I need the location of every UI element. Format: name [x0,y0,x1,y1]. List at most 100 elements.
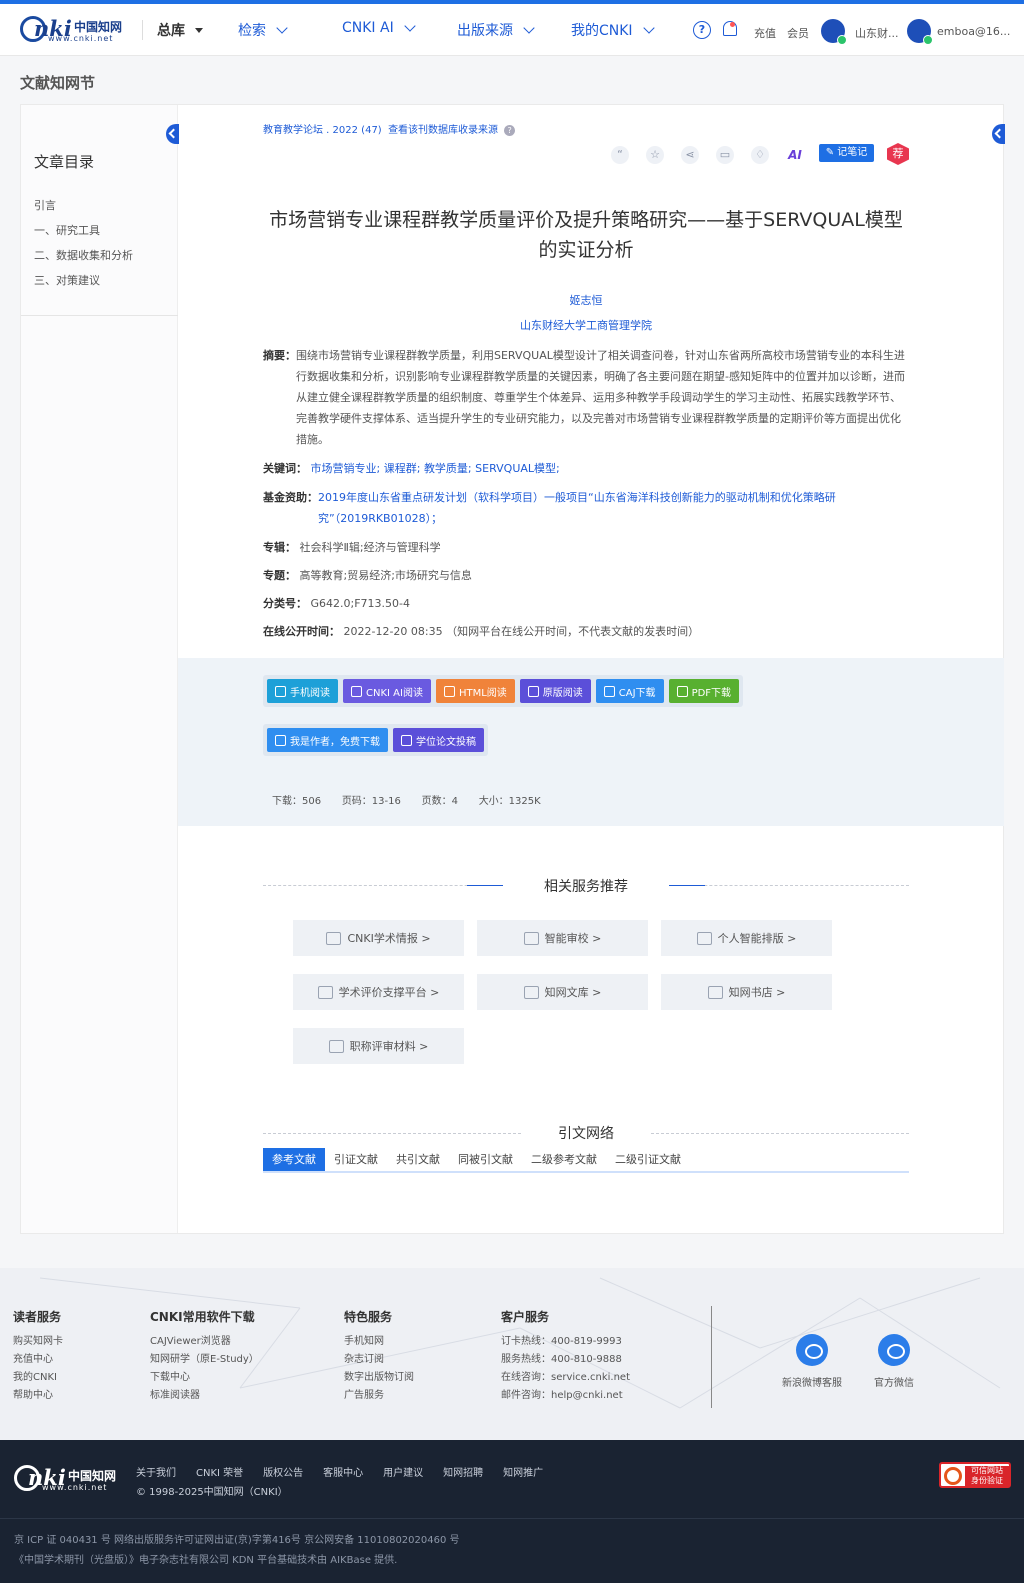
book-icon [527,685,539,697]
nav-zongku[interactable]: 总库 [157,20,203,40]
footer-link[interactable]: 知网研学（原E-Study） [150,1351,259,1369]
footer-link[interactable]: 数字出版物订阅 [344,1369,414,1387]
footer-link[interactable]: 下载中心 [150,1369,259,1387]
footer-link[interactable]: 手机知网 [344,1333,414,1351]
question-icon[interactable]: ? [504,124,516,136]
weibo-service[interactable]: 新浪微博客服 [772,1334,852,1389]
service-cnki-bookstore[interactable]: 知网书店 > [661,974,832,1010]
share-icon[interactable]: ⋖ [681,146,699,164]
keyword-link[interactable]: SERVQUAL模型; [475,462,560,475]
collapse-sidebar-button[interactable] [166,124,179,144]
service-cnki-intel[interactable]: CNKI学术情报 > [293,920,464,956]
nav-cnki-ai[interactable]: CNKI AI [342,20,416,36]
source-index-link[interactable]: 查看该刊数据库收录来源 [388,125,498,136]
nav-label: CNKI AI [342,20,394,36]
footer-link-feedback[interactable]: 用户建议 [383,1464,423,1479]
trusted-site-badge[interactable]: 可信网站 身份验证 [939,1462,1011,1488]
footer-link[interactable]: 广告服务 [344,1387,414,1405]
keyword-link[interactable]: 课程群; [384,462,421,475]
organization-link[interactable]: 山东财经大学工商管理学院 [261,317,911,333]
keyword-link[interactable]: 市场营销专业; [311,462,381,475]
tab-secondary-citing[interactable]: 二级引证文献 [606,1148,690,1171]
footer-link[interactable]: 充值中心 [13,1351,63,1369]
tab-co-citing[interactable]: 同被引文献 [449,1148,522,1171]
print-icon[interactable]: ▭ [716,146,734,164]
button-label: PDF下载 [691,687,732,699]
footer-link[interactable]: 我的CNKI [13,1369,63,1387]
help-icon[interactable]: ? [693,21,711,39]
footer-bottom-divider [0,1518,1024,1519]
service-cnki-library[interactable]: 知网文库 > [477,974,648,1010]
institution-avatar[interactable] [821,19,847,45]
toc-item[interactable]: 一、研究工具 [34,222,100,238]
footer-link-copyright[interactable]: 版权公告 [263,1464,303,1479]
user-avatar[interactable] [907,19,933,45]
cnki-logo[interactable]: nki 中国知网 www.cnki.net [20,16,126,44]
toc-item[interactable]: 二、数据收集和分析 [34,247,133,263]
html-read-button[interactable]: HTML阅读 [435,679,515,703]
keyword-link[interactable]: 教学质量; [424,462,472,475]
footer-link[interactable]: 帮助中心 [13,1387,63,1405]
footer-links-area: 读者服务 购买知网卡 充值中心 我的CNKI 帮助中心 CNKI常用软件下载 C… [0,1268,1024,1440]
toc-item[interactable]: 三、对策建议 [34,272,100,288]
source-breadcrumb: 教育教学论坛 . 2022 (47) 查看该刊数据库收录来源? [263,121,516,136]
issue-link[interactable]: 2022 (47) [333,125,382,136]
footer-link-promo[interactable]: 知网推广 [503,1464,543,1479]
abstract-label: 摘要： [263,349,296,362]
abstract-block: 摘要： 围绕市场营销专业课程群教学质量，利用SERVQUAL模型设计了相关调查问… [263,345,909,450]
institution-name[interactable]: 山东财... [855,25,899,41]
wechat-service[interactable]: 官方微信 [854,1334,934,1389]
tab-secondary-refs[interactable]: 二级参考文献 [522,1148,606,1171]
service-eval-platform[interactable]: 学术评价支撑平台 > [293,974,464,1010]
footer-divider [711,1306,712,1408]
nav-search[interactable]: 检索 [238,20,288,40]
book-open-icon [603,685,615,697]
button-label: CAJ下载 [618,687,656,699]
pdf-download-button[interactable]: PDF下载 [668,679,740,703]
author-free-download-button[interactable]: 我是作者，免费下载 [267,728,388,752]
mobile-read-button[interactable]: 手机阅读 [267,679,338,703]
footer-link[interactable]: 在线咨询：service.cnki.net [501,1369,630,1387]
footer-link-about[interactable]: 关于我们 [136,1464,176,1479]
caj-download-button[interactable]: CAJ下载 [595,679,664,703]
footer-link-honor[interactable]: CNKI 荣誉 [196,1464,243,1479]
fund-link[interactable]: 2019年度山东省重点研发计划（软科学项目）一般项目“山东省海洋科技创新能力的驱… [318,487,909,529]
thesis-submit-button[interactable]: 学位论文投稿 [393,728,484,752]
page-count: 页数：4 [421,796,458,807]
phone-icon [275,685,286,697]
footer-link-service[interactable]: 客服中心 [323,1464,363,1479]
cnki-ai-read-button[interactable]: CNKI AI阅读 [343,679,431,703]
button-label: 学位论文投稿 [416,736,476,748]
original-read-button[interactable]: 原版阅读 [519,679,591,703]
id-badge-icon [328,1039,344,1053]
footer-col-title: 客户服务 [501,1310,550,1324]
member-link[interactable]: 会员 [787,25,809,41]
keywords-block: 关键词： 市场营销专业; 课程群; 教学质量; SERVQUAL模型; [263,458,909,479]
star-icon[interactable]: ☆ [646,146,664,164]
footer-link[interactable]: 杂志订阅 [344,1351,414,1369]
take-note-button[interactable]: ✎ 记笔记 [819,144,874,162]
author-link[interactable]: 姬志恒 [261,292,911,308]
footer-link[interactable]: 标准阅读器 [150,1387,259,1405]
tab-co-cited[interactable]: 共引文献 [387,1148,449,1171]
service-title-review[interactable]: 职称评审材料 > [293,1028,464,1064]
recharge-link[interactable]: 充值 [754,25,776,41]
user-name[interactable]: emboa@16... [937,25,1010,38]
recommend-badge[interactable]: 荐 [887,143,909,165]
nav-my-cnki[interactable]: 我的CNKI [571,20,655,40]
footer-link[interactable]: 邮件咨询：help@cnki.net [501,1387,630,1405]
footer-link-jobs[interactable]: 知网招聘 [443,1464,483,1479]
journal-link[interactable]: 教育教学论坛 [263,125,323,136]
quote-icon[interactable]: “ [611,146,629,164]
ai-icon[interactable]: AI [786,146,804,164]
bell-icon[interactable]: ♢ [751,146,769,164]
service-smart-proofread[interactable]: 智能审校 > [477,920,648,956]
collapse-right-button[interactable] [992,124,1005,144]
footer-link[interactable]: 购买知网卡 [13,1333,63,1351]
toc-item[interactable]: 引言 [34,197,56,213]
footer-link[interactable]: CAJViewer浏览器 [150,1333,259,1351]
service-smart-layout[interactable]: 个人智能排版 > [661,920,832,956]
tab-references[interactable]: 参考文献 [263,1148,325,1171]
tab-citing[interactable]: 引证文献 [325,1148,387,1171]
nav-publication-source[interactable]: 出版来源 [457,20,535,40]
